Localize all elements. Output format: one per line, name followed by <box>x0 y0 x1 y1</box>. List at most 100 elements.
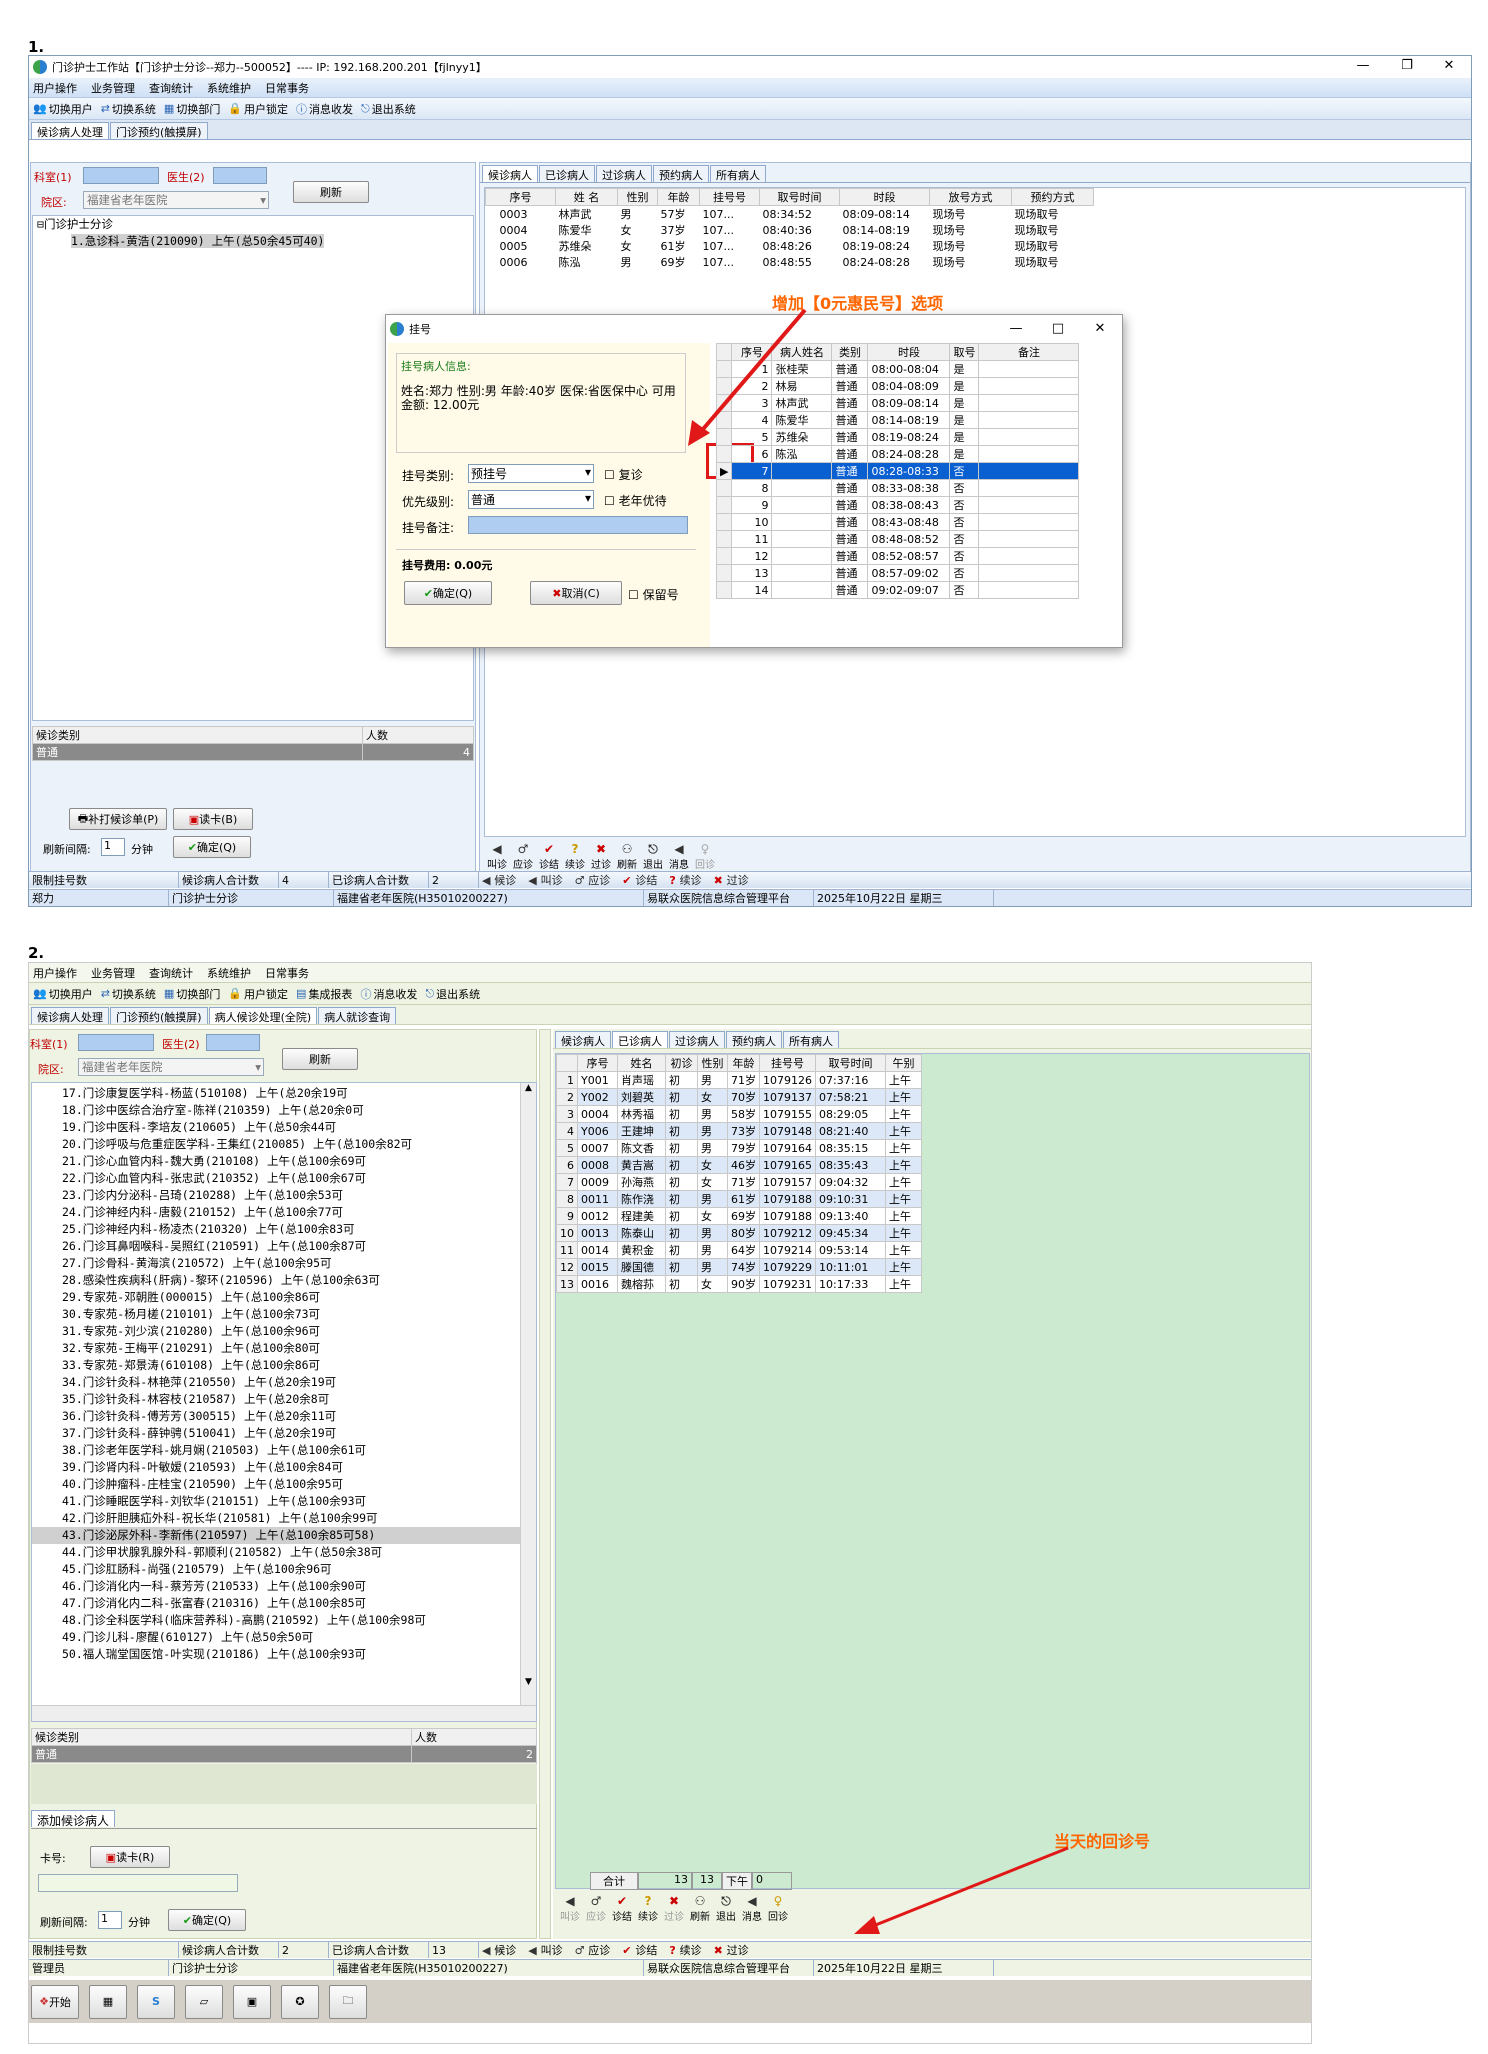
priority-select[interactable]: 普通 ▾ <box>468 490 594 509</box>
tab-missed-patients[interactable]: 过诊病人 <box>669 1031 725 1048</box>
tab-booked-patients[interactable]: 预约病人 <box>726 1031 782 1048</box>
menu-query[interactable]: 查询统计 <box>149 965 193 981</box>
switch-dept-button[interactable]: ▦ 切换部门 <box>164 986 220 1002</box>
refresh-button[interactable]: ⚇ 刷新 <box>614 843 640 872</box>
dialog-minimize-button[interactable]: — <box>996 321 1036 336</box>
table-row[interactable]: 1 Y001 肖声瑶初男 71岁 1079126 07:37:16 上午 <box>556 1071 922 1089</box>
tree-node[interactable]: 50.福人瑞堂国医馆-叶实现(210186) 上午(总100余93可 <box>32 1646 536 1663</box>
table-row[interactable]: 4 Y006 王建坤初男 73岁 1079148 08:21:40 上午 <box>556 1122 922 1140</box>
tree-node[interactable]: 29.专家苑-邓朝胜(000015) 上午(总100余86可 <box>32 1289 536 1306</box>
exit-button[interactable]: ⎋ 退出 <box>713 1895 739 1924</box>
dialog-cancel-button[interactable]: ✖ 取消(C) <box>530 581 622 605</box>
tree-node[interactable]: 31.专家苑-刘少滨(210280) 上午(总100余96可 <box>32 1323 536 1340</box>
tree-node[interactable]: 41.门诊睡眠医学科-刘钦华(210151) 上午(总100余93可 <box>32 1493 536 1510</box>
table-row[interactable]: 0005 苏维朵女 61岁 107... 08:48:26 08:19-08:24 现场号现… <box>486 238 1094 254</box>
doctor-input[interactable] <box>206 1034 260 1051</box>
tree-node[interactable]: 42.门诊肝胆胰疝外科-祝长华(210581) 上午(总100余99可 <box>32 1510 536 1527</box>
remark-input[interactable] <box>468 516 688 534</box>
dialog-maximize-button[interactable]: □ <box>1038 321 1078 336</box>
dialog-ok-button[interactable]: ✔ 确定(Q) <box>404 581 492 605</box>
tree-node[interactable]: 39.门诊肾内科-叶敏嫒(210593) 上午(总100余84可 <box>32 1459 536 1476</box>
tree-node[interactable]: 1.急诊科-黄浩(210090) 上午(总50余45可40) <box>33 233 473 250</box>
tree-node[interactable]: 34.门诊针灸科-林艳萍(210550) 上午(总20余19可 <box>32 1374 536 1391</box>
message-button[interactable]: ◀ 消息 <box>666 843 692 872</box>
tree-node[interactable]: 20.门诊呼吸与危重症医学科-王集红(210085) 上午(总100余82可 <box>32 1136 536 1153</box>
continue-button[interactable]: ? 续诊 <box>562 843 588 872</box>
table-row[interactable]: 11 0014 黄积金初男 64岁 1079214 09:53:14 上午 <box>556 1241 922 1259</box>
menu-user[interactable]: 用户操作 <box>33 965 77 981</box>
minimize-button[interactable]: — <box>1343 58 1383 73</box>
tree-node[interactable]: 17.门诊康复医学科-杨蓝(510108) 上午(总20余19可 <box>32 1085 536 1102</box>
menu-query[interactable]: 查询统计 <box>149 80 193 96</box>
tab-waiting-patients[interactable]: 候诊病人 <box>555 1031 611 1048</box>
table-row[interactable]: 0006 陈泓男 69岁 107... 08:48:55 08:24-08:28 现场号 现场… <box>486 254 1094 270</box>
call-button[interactable]: ◀ 叫诊 <box>484 843 510 872</box>
skip-button[interactable]: ✖ 过诊 <box>588 843 614 872</box>
tree-node[interactable]: 23.门诊内分泌科-吕琦(210288) 上午(总100余53可 <box>32 1187 536 1204</box>
campus-select[interactable]: 福建省老年医院 ▾ <box>83 191 269 209</box>
tab-waiting[interactable]: 候诊病人处理 <box>31 122 109 139</box>
tree-node[interactable]: 47.门诊消化内二科-张富春(210316) 上午(总100余85可 <box>32 1595 536 1612</box>
revisit-checkbox[interactable]: ☐ 复诊 <box>604 466 643 483</box>
folder-icon[interactable]: 🗀 <box>329 1984 367 2019</box>
tree-node[interactable]: 46.门诊消化内一科-蔡芳芳(210533) 上午(总100余90可 <box>32 1578 536 1595</box>
call-button[interactable]: ◀ 叫诊 <box>557 1895 583 1924</box>
table-row[interactable]: 5 0007 陈文香初男 79岁 1079164 08:35:15 上午 <box>556 1139 922 1157</box>
reg-type-select[interactable]: 预挂号 ▾ <box>468 464 594 483</box>
menu-daily[interactable]: 日常事务 <box>265 965 309 981</box>
menu-business[interactable]: 业务管理 <box>91 965 135 981</box>
menu-system[interactable]: 系统维护 <box>207 80 251 96</box>
table-row[interactable]: 14 普通 09:02-09:07 否 <box>716 581 1080 599</box>
tree-node[interactable]: 18.门诊中医综合治疗室-陈祥(210359) 上午(总20余0可 <box>32 1102 536 1119</box>
finish-button[interactable]: ✔ 诊结 <box>609 1895 635 1924</box>
exit-button[interactable]: ⎋ 退出 <box>640 843 666 872</box>
tree-node[interactable]: 28.感染性疾病科(肝病)-黎环(210596) 上午(总100余63可 <box>32 1272 536 1289</box>
tab-seen-patients[interactable]: 已诊病人 <box>539 165 595 182</box>
table-row[interactable]: 0003 林声武男 57岁 107... 08:34:52 08:09-08:14 现场号现… <box>486 206 1094 223</box>
read-card-button[interactable]: ▣ 读卡(R) <box>90 1846 170 1868</box>
menu-user[interactable]: 用户操作 <box>33 80 77 96</box>
tab-missed-patients[interactable]: 过诊病人 <box>596 165 652 182</box>
tree-node[interactable]: 37.门诊针灸科-薛钟骋(510041) 上午(总20余19可 <box>32 1425 536 1442</box>
keep-number-checkbox[interactable]: ☐ 保留号 <box>628 586 679 603</box>
table-row[interactable]: 9 0012 程建美初女 69岁 1079188 09:13:40 上午 <box>556 1207 922 1225</box>
maximize-button[interactable]: ❐ <box>1387 58 1427 73</box>
tree-node[interactable]: 32.专家苑-王梅平(210291) 上午(总100余80可 <box>32 1340 536 1357</box>
finish-button[interactable]: ✔ 诊结 <box>536 843 562 872</box>
close-button[interactable]: ✕ <box>1429 58 1469 73</box>
tree-node[interactable]: 43.门诊泌尿外科-李新伟(210597) 上午(总100余85可58) <box>32 1527 536 1544</box>
lock-user-button[interactable]: 🔒 用户锁定 <box>228 986 288 1002</box>
dept-input[interactable] <box>83 167 159 184</box>
window-icon[interactable]: ▱ <box>185 1984 223 2019</box>
table-row[interactable]: 8 0011 陈作浇初男 61岁 1079188 09:10:31 上午 <box>556 1190 922 1208</box>
message-button[interactable]: ◀ 消息 <box>739 1895 765 1924</box>
tab-hospital-waiting[interactable]: 病人候诊处理(全院) <box>208 1007 318 1024</box>
calculator-icon[interactable]: ▦ <box>89 1984 127 2019</box>
confirm-interval-button[interactable]: ✔ 确定(Q) <box>168 1909 246 1931</box>
dialog-close-button[interactable]: ✕ <box>1080 321 1120 336</box>
tree-hscrollbar[interactable] <box>32 1705 536 1721</box>
switch-user-button[interactable]: 👥 切换用户 <box>33 986 93 1002</box>
tree-node[interactable]: 49.门诊儿科-廖醒(610127) 上午(总50余50可 <box>32 1629 536 1646</box>
tree-node[interactable]: 45.门诊肛肠科-尚强(210579) 上午(总100余96可 <box>32 1561 536 1578</box>
tab-booked-patients[interactable]: 预约病人 <box>653 165 709 182</box>
lock-user-button[interactable]: 🔒 用户锁定 <box>228 101 288 117</box>
tree-node[interactable]: 30.专家苑-杨月槎(210101) 上午(总100余73可 <box>32 1306 536 1323</box>
tree-node[interactable]: 38.门诊老年医学科-姚月娴(210503) 上午(总100余61可 <box>32 1442 536 1459</box>
table-row[interactable]: 8 普通 08:33-08:38 否 <box>716 479 1080 497</box>
skip-button[interactable]: ✖ 过诊 <box>661 1895 687 1924</box>
tab-all-patients[interactable]: 所有病人 <box>783 1031 839 1048</box>
tree-node[interactable]: 35.门诊针灸科-林容枝(210587) 上午(总20余8可 <box>32 1391 536 1408</box>
panel-splitter[interactable] <box>539 1029 551 1939</box>
tree-node[interactable]: 22.门诊心血管内科-张忠武(210352) 上午(总100余67可 <box>32 1170 536 1187</box>
table-row[interactable]: 10 0013 陈泰山初男 80岁 1079212 09:45:34 上午 <box>556 1224 922 1242</box>
table-row[interactable]: 12 0015 滕国德初男 74岁 1079229 10:11:01 上午 <box>556 1258 922 1276</box>
menu-system[interactable]: 系统维护 <box>207 965 251 981</box>
table-row[interactable]: 13 普通 08:57-09:02 否 <box>716 564 1080 582</box>
refresh-button[interactable]: 刷新 <box>282 1048 358 1070</box>
exit-button[interactable]: ⎋ 退出系统 <box>425 986 480 1002</box>
doctor-input[interactable] <box>213 167 267 184</box>
table-row[interactable]: 2 Y002 刘碧英初女 70岁 1079137 07:58:21 上午 <box>556 1088 922 1106</box>
interval-input[interactable]: 1 <box>98 1911 122 1929</box>
table-row[interactable]: 6 0008 黄吉嵩初女 46岁 1079165 08:35:43 上午 <box>556 1156 922 1174</box>
